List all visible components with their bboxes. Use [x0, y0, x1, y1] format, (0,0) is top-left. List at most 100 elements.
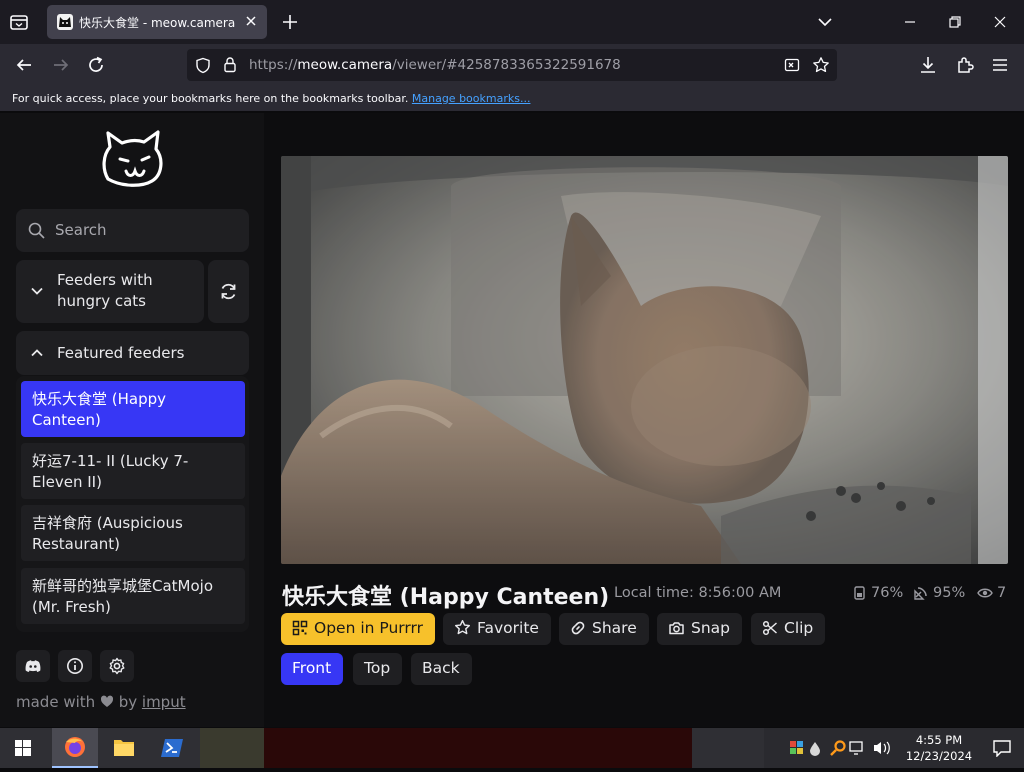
- arrow-left-icon: [16, 59, 31, 71]
- camera-title: 快乐大食堂 (Happy Canteen): [282, 585, 610, 610]
- restore-icon: [949, 16, 961, 28]
- hamburger-menu-icon: [993, 59, 1007, 71]
- sidebar: Search Feeders with hungry cats Featured…: [0, 113, 264, 727]
- group-hungry-label-2: hungry cats: [57, 292, 146, 310]
- cat-favicon-icon: [57, 14, 73, 30]
- reader-view-icon: [784, 58, 800, 72]
- url-text[interactable]: https://meow.camera/viewer/#425878336532…: [249, 57, 621, 73]
- group-hungry-cats[interactable]: Feeders with hungry cats: [16, 260, 204, 323]
- food-container-icon: [854, 586, 865, 600]
- info-icon: [67, 658, 83, 674]
- info-button[interactable]: [58, 650, 92, 682]
- favorite-button[interactable]: Favorite: [443, 613, 551, 645]
- taskbar-powershell[interactable]: [150, 728, 196, 768]
- cat-logo-icon[interactable]: [98, 129, 168, 193]
- group-featured-label: Featured feeders: [57, 344, 185, 362]
- back-button[interactable]: [13, 54, 35, 76]
- refresh-button[interactable]: [208, 260, 249, 323]
- powershell-icon: [161, 739, 183, 757]
- chevron-down-icon: [818, 18, 832, 27]
- qr-code-icon: [292, 620, 308, 636]
- plus-icon: [283, 15, 297, 29]
- view-back-button[interactable]: Back: [411, 653, 472, 685]
- group-featured-feeders[interactable]: Featured feeders: [16, 331, 249, 375]
- satellite-dish-icon: [914, 587, 927, 600]
- viewers-stat: 7: [977, 585, 1006, 601]
- open-in-purrrr-button[interactable]: Open in Purrrr: [281, 613, 435, 645]
- star-icon: [813, 57, 829, 73]
- download-icon: [921, 57, 935, 73]
- signal-stat: 95%: [913, 585, 965, 601]
- windows-logo-icon: [15, 740, 31, 756]
- tab-active[interactable]: 快乐大食堂 - meow.camera: [47, 5, 267, 39]
- tray-icons: [790, 740, 890, 756]
- search-icon: [28, 222, 45, 239]
- gear-icon: [109, 657, 125, 675]
- share-button[interactable]: Share: [559, 613, 649, 645]
- view-front-button[interactable]: Front: [281, 653, 344, 685]
- cat-eating-video-frame: [281, 156, 1008, 564]
- app-menu-button[interactable]: [989, 54, 1011, 76]
- link-icon: [571, 621, 585, 635]
- heart-icon: [100, 695, 114, 707]
- meow-camera-page: Search Feeders with hungry cats Featured…: [0, 113, 1024, 727]
- taskbar-firefox[interactable]: [52, 728, 98, 768]
- food-level-stat: 76%: [852, 585, 903, 601]
- start-button[interactable]: [0, 728, 46, 768]
- eye-icon: [977, 588, 993, 598]
- tab-list-icon: [10, 15, 28, 30]
- tab-overflow-button[interactable]: [815, 12, 835, 32]
- made-with-credit: made with by imput: [16, 693, 186, 711]
- star-icon: [454, 619, 471, 635]
- forward-button[interactable]: [50, 54, 72, 76]
- system-tray: 4:55 PM 12/23/2024: [764, 728, 1024, 768]
- feeder-item-happy-canteen[interactable]: 快乐大食堂 (Happy Canteen): [21, 381, 245, 437]
- feeder-item-auspicious-restaurant[interactable]: 吉祥食府 (Auspicious Restaurant): [21, 505, 245, 561]
- feeder-item-mr-fresh[interactable]: 新鲜哥的独享城堡CatMojo (Mr. Fresh): [21, 568, 245, 624]
- settings-button[interactable]: [100, 650, 134, 682]
- windows-taskbar: 4:55 PM 12/23/2024: [0, 728, 1024, 768]
- close-icon: [994, 16, 1006, 28]
- camera-info-row: 快乐大食堂 (Happy Canteen) Local time: 8:56:0…: [282, 577, 1010, 610]
- clip-button[interactable]: Clip: [751, 613, 826, 645]
- browser-tab-strip: 快乐大食堂 - meow.camera: [0, 0, 1024, 44]
- shield-icon: [196, 57, 210, 74]
- feeder-item-lucky-7-eleven[interactable]: 好运7-11- II (Lucky 7- Eleven II): [21, 443, 245, 499]
- refresh-icon: [221, 283, 236, 300]
- bookmarks-toolbar: For quick access, place your bookmarks h…: [0, 86, 1024, 112]
- tab-title: 快乐大食堂 - meow.camera: [79, 16, 236, 30]
- discord-button[interactable]: [16, 650, 50, 682]
- address-bar[interactable]: https://meow.camera/viewer/#425878336532…: [187, 49, 837, 81]
- snap-button[interactable]: Snap: [657, 613, 742, 645]
- chevron-up-icon: [31, 349, 43, 357]
- tab-close-icon[interactable]: [243, 13, 259, 29]
- close-window-button[interactable]: [990, 12, 1010, 32]
- author-link[interactable]: imput: [142, 693, 186, 711]
- camera-feed: [281, 156, 1008, 564]
- search-input[interactable]: Search: [16, 209, 249, 252]
- minimize-button[interactable]: [900, 12, 920, 32]
- search-placeholder: Search: [55, 221, 107, 239]
- chevron-down-icon: [31, 287, 43, 295]
- restore-button[interactable]: [945, 12, 965, 32]
- extensions-button[interactable]: [954, 54, 976, 76]
- reload-button[interactable]: [85, 54, 107, 76]
- scissors-icon: [762, 620, 777, 636]
- featured-feeder-list: 快乐大食堂 (Happy Canteen) 好运7-11- II (Lucky …: [16, 376, 249, 632]
- browser-navigation-bar: https://meow.camera/viewer/#425878336532…: [0, 44, 1024, 86]
- new-tab-button[interactable]: [280, 12, 300, 32]
- taskbar-clock[interactable]: 4:55 PM 12/23/2024: [900, 732, 978, 764]
- minimize-icon: [905, 21, 915, 23]
- downloads-button[interactable]: [917, 54, 939, 76]
- group-hungry-label-1: Feeders with: [57, 271, 153, 289]
- arrow-right-icon: [54, 59, 69, 71]
- discord-icon: [25, 660, 41, 672]
- taskbar-file-explorer[interactable]: [101, 728, 147, 768]
- tab-list-button[interactable]: [8, 11, 30, 33]
- manage-bookmarks-link[interactable]: Manage bookmarks...: [412, 92, 531, 105]
- wallpaper-strip-dark: [264, 728, 692, 768]
- firefox-icon: [65, 737, 85, 757]
- notification-icon: [993, 740, 1011, 757]
- view-top-button[interactable]: Top: [353, 653, 403, 685]
- bookmarks-hint: For quick access, place your bookmarks h…: [12, 92, 531, 105]
